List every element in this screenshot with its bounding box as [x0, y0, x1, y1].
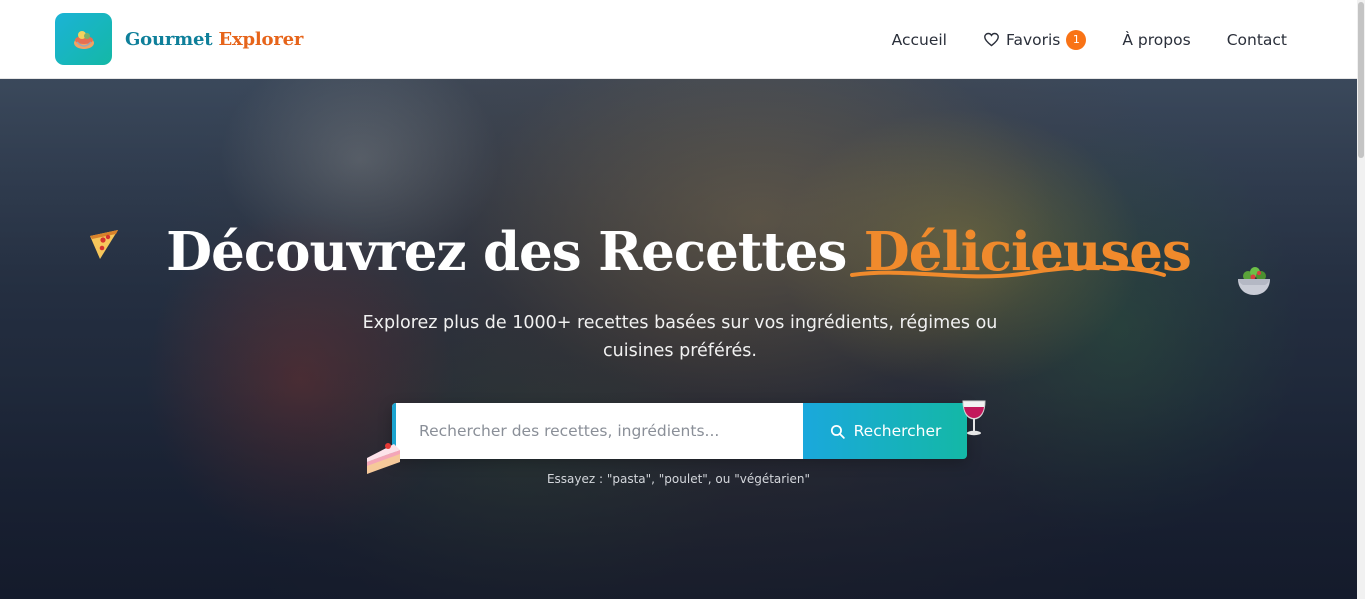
search-hint: Essayez : "pasta", "poulet", ou "végétar… [546, 472, 811, 486]
favorites-count-badge: 1 [1066, 29, 1087, 50]
cake-slice-icon [367, 443, 400, 474]
nav-about-label: À propos [1122, 30, 1191, 49]
search-button-label: Rechercher [853, 422, 942, 440]
title-underline-decoration [850, 265, 1166, 279]
brand-part2: Explorer [218, 28, 304, 50]
main-nav: Accueil Favoris 1 À propos Contact [856, 0, 1287, 79]
nav-home-label: Accueil [891, 30, 947, 49]
brand-name: Gourmet Explorer [125, 29, 303, 50]
site-header: Gourmet Explorer Accueil Favoris 1 À pro… [0, 0, 1357, 79]
scrollbar-thumb[interactable] [1358, 2, 1364, 158]
search-input[interactable] [392, 403, 803, 459]
pizza-icon [90, 230, 118, 259]
nav-home[interactable]: Accueil [892, 31, 947, 49]
nav-favorites-label: Favoris [1005, 30, 1061, 49]
nav-contact[interactable]: Contact [1227, 31, 1287, 49]
hero-subtitle: Explorez plus de 1000+ recettes basées s… [362, 313, 998, 361]
hero-title-main: Découvrez des Recettes [166, 221, 864, 283]
nav-favorites[interactable]: Favoris 1 [983, 29, 1087, 50]
search-bar: Rechercher [392, 403, 967, 459]
brand-part1: Gourmet [125, 28, 213, 50]
nav-about[interactable]: À propos [1122, 31, 1190, 49]
search-button[interactable]: Rechercher [803, 403, 967, 459]
wine-glass-icon [962, 400, 986, 436]
search-icon [830, 424, 845, 439]
heart-icon [984, 32, 999, 47]
hero-section: Découvrez des Recettes Délicieuses Explo… [0, 79, 1357, 599]
page-scrollbar[interactable] [1357, 0, 1365, 599]
salad-bowl-icon [1238, 267, 1270, 295]
nav-contact-label: Contact [1226, 30, 1287, 49]
logo-icon [55, 13, 112, 65]
logo-link[interactable]: Gourmet Explorer [55, 13, 303, 65]
